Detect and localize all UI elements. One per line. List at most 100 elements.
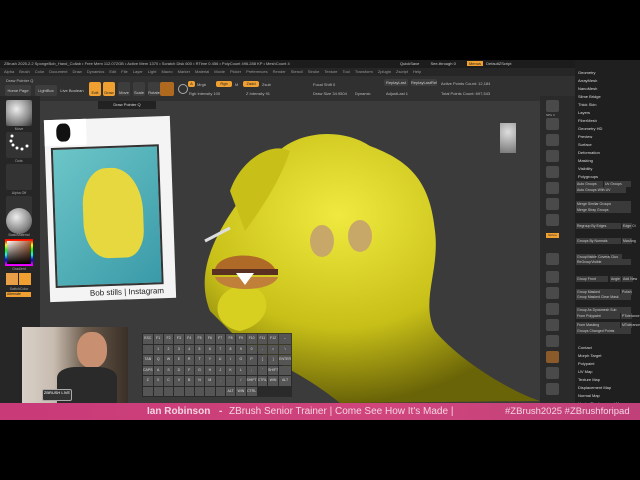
key-alt[interactable]: ALT	[225, 386, 236, 396]
edit-button[interactable]: Edit	[89, 82, 101, 96]
menu-document[interactable]: Document	[49, 69, 67, 74]
floor-icon[interactable]	[546, 198, 559, 210]
key-;[interactable]: ;	[246, 365, 257, 375]
key-win[interactable]: WIN	[236, 386, 246, 396]
key-blank[interactable]	[174, 386, 184, 396]
menu-brush[interactable]: Brush	[19, 69, 29, 74]
transp-icon[interactable]	[546, 335, 559, 347]
key-x[interactable]: X	[153, 376, 163, 386]
menu-draw[interactable]: Draw	[72, 69, 81, 74]
polygroups-btn-maxang[interactable]: MaxAng	[622, 238, 636, 244]
key-blank[interactable]	[153, 386, 163, 396]
subpalette-geometry[interactable]: Geometry	[578, 70, 596, 75]
polygroups-btn-groups-by-normals[interactable]: Groups By Normals	[576, 238, 621, 244]
subpalette-polygroups[interactable]: Polygroups	[578, 174, 598, 179]
draw-button[interactable]: Draw	[103, 82, 115, 96]
key-blank[interactable]	[194, 386, 205, 396]
key-ctrl[interactable]: CTRL	[246, 386, 257, 396]
subpalette-fibermesh[interactable]: FiberMesh	[578, 118, 597, 123]
key-f7[interactable]: F7	[215, 334, 225, 344]
subpalette-polypaint[interactable]: Polypaint	[578, 361, 594, 366]
key-ctrl[interactable]: CTRL	[257, 376, 267, 386]
key-1[interactable]: 1	[153, 344, 163, 354]
key-c[interactable]: C	[163, 376, 174, 386]
menu-tool[interactable]: Tool	[342, 69, 349, 74]
alpha-thumbnail[interactable]	[6, 164, 32, 190]
xpose-icon[interactable]	[546, 383, 559, 395]
subpalette-slime-bridge[interactable]: Slime Bridge	[578, 94, 601, 99]
key-alt[interactable]: ALT	[279, 376, 291, 386]
key-f3[interactable]: F3	[174, 334, 184, 344]
key-9[interactable]: 9	[236, 344, 246, 354]
key-blank[interactable]	[205, 386, 215, 396]
scroll-icon[interactable]	[546, 118, 559, 130]
key-h[interactable]: H	[205, 365, 215, 375]
subpalette-surface[interactable]: Surface	[578, 142, 592, 147]
key-f11[interactable]: F11	[257, 334, 267, 344]
menu-texture[interactable]: Texture	[324, 69, 337, 74]
lsym-icon[interactable]	[546, 214, 559, 226]
replay-last-rel-button[interactable]: ReplayLastRel	[411, 79, 437, 86]
menu-macro[interactable]: Macro	[161, 69, 172, 74]
key-i[interactable]: I	[225, 355, 236, 365]
key-t[interactable]: T	[194, 355, 205, 365]
key-l[interactable]: L	[236, 365, 246, 375]
key-blank[interactable]	[184, 386, 194, 396]
onscreen-keyboard[interactable]: ESC F1 F2 F3 F4 F5 F6 F7 F8 F9 F10 F11 F12 ← ` 1 2 3 4 5 6 7 8…	[142, 333, 292, 397]
polygroups-btn-from-polypaint[interactable]: From Polypaint	[576, 313, 620, 319]
solo-icon[interactable]	[546, 367, 559, 379]
persp-icon[interactable]	[546, 182, 559, 194]
key-f6[interactable]: F6	[205, 334, 215, 344]
key-f9[interactable]: F9	[236, 334, 246, 344]
menu-preferences[interactable]: Preferences	[246, 69, 268, 74]
frame-icon[interactable]	[546, 253, 559, 265]
key-][interactable]: ]	[268, 355, 279, 365]
polygroups-btn-groups-changed-points[interactable]: Groups Changed Points	[576, 328, 631, 334]
ghost-icon[interactable]	[546, 351, 559, 363]
key-8[interactable]: 8	[225, 344, 236, 354]
gizmo-button[interactable]: Gizmo	[546, 233, 559, 238]
switch-color-button[interactable]: SwitchColor	[4, 287, 34, 291]
z-intensity-slider[interactable]: Z Intensity 91	[246, 91, 270, 96]
key-f2[interactable]: F2	[163, 334, 174, 344]
mrgb-button[interactable]: Mrgb	[197, 82, 206, 87]
subpalette-normal-map[interactable]: Normal Map	[578, 393, 600, 398]
menu-render[interactable]: Render	[273, 69, 286, 74]
replay-last-button[interactable]: ReplayLast	[384, 79, 408, 86]
key-j[interactable]: J	[215, 365, 225, 375]
polygroups-btn-merge-stray-groups[interactable]: Merge Stray Groups	[576, 207, 631, 213]
key-2[interactable]: 2	[163, 344, 174, 354]
key-w[interactable]: W	[163, 355, 174, 365]
subpalette-deformation[interactable]: Deformation	[578, 150, 600, 155]
polygroups-btn-add-new[interactable]: Add New	[622, 276, 637, 282]
key-k[interactable]: K	[225, 365, 236, 375]
key-5[interactable]: 5	[194, 344, 205, 354]
key-f4[interactable]: F4	[184, 334, 194, 344]
key-u[interactable]: U	[215, 355, 225, 365]
menu-marker[interactable]: Marker	[178, 69, 190, 74]
subpalette-layers[interactable]: Layers	[578, 110, 590, 115]
key-f1[interactable]: F1	[153, 334, 163, 344]
zoom-icon[interactable]	[546, 134, 559, 146]
lightbox-button[interactable]: LightBox	[35, 85, 57, 96]
polygroups-btn-ptolerance[interactable]: PTolerance	[621, 313, 640, 319]
key-s[interactable]: S	[163, 365, 174, 375]
zoom3d-icon[interactable]	[546, 287, 559, 299]
key-f8[interactable]: F8	[225, 334, 236, 344]
key-v[interactable]: V	[174, 376, 184, 386]
key-f[interactable]: F	[184, 365, 194, 375]
key-e[interactable]: E	[174, 355, 184, 365]
key-y[interactable]: Y	[205, 355, 215, 365]
menu-help[interactable]: Help	[413, 69, 421, 74]
menu-picker[interactable]: Picker	[230, 69, 241, 74]
key-3[interactable]: 3	[174, 344, 184, 354]
subpalette-arraymesh[interactable]: ArrayMesh	[578, 78, 597, 83]
key-win[interactable]: WIN	[268, 376, 279, 386]
menu-layer[interactable]: Layer	[133, 69, 143, 74]
subpalette-texture-map[interactable]: Texture Map	[578, 377, 600, 382]
polygroups-btn-group-masked-clear-mask[interactable]: Group Masked Clear Mask	[576, 294, 631, 300]
actual-icon[interactable]	[546, 150, 559, 162]
material-icon[interactable]	[160, 82, 174, 96]
key-tab[interactable]: TAB	[143, 355, 153, 365]
key-b[interactable]: B	[184, 376, 194, 386]
